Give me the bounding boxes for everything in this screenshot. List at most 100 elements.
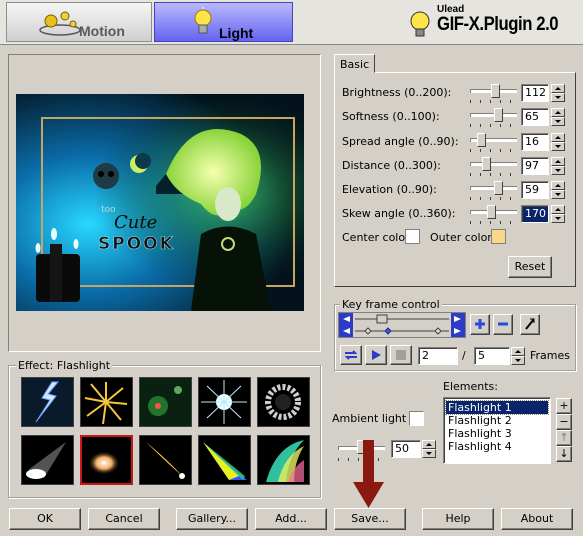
skew-angle-label: Skew angle (0..360): (342, 207, 456, 220)
elevation-spinner[interactable] (551, 181, 565, 199)
about-button[interactable]: About (501, 508, 573, 530)
distance-slider-track[interactable] (470, 162, 517, 166)
stop-button[interactable] (390, 345, 412, 365)
distance-spinner[interactable] (551, 157, 565, 175)
lens-flare-icon (148, 386, 182, 416)
reverse-keyframe-button[interactable] (520, 314, 540, 335)
brand-title: GIF-X.Plugin 2.0 (437, 14, 559, 35)
element-remove-button[interactable]: − (556, 414, 572, 430)
effect-comet[interactable] (139, 435, 192, 485)
about-button-label: About (520, 512, 554, 525)
motion-icon (39, 11, 81, 36)
effect-glow-ring[interactable] (257, 377, 310, 427)
add-keyframe-button[interactable] (470, 314, 490, 335)
gallery-button-label: Gallery... (187, 512, 237, 525)
play-icon (372, 350, 381, 360)
cancel-button[interactable]: Cancel (88, 508, 160, 530)
ambient-color-swatch[interactable] (409, 411, 424, 426)
tab-motion[interactable]: Motion (6, 2, 152, 42)
effect-star-burst[interactable] (198, 377, 251, 427)
basic-content (334, 72, 576, 287)
elevation-slider-thumb[interactable] (494, 181, 504, 195)
help-button-label: Help (445, 512, 471, 525)
brightness-value-field[interactable]: 112 (521, 84, 549, 102)
element-move-up-button[interactable]: ↑ (556, 430, 572, 446)
effect-lens-flare[interactable] (139, 377, 192, 427)
add-button[interactable]: Add... (255, 508, 327, 530)
preview-image[interactable]: too Cute SPOOK (16, 94, 304, 311)
softness-slider-thumb[interactable] (494, 108, 504, 122)
center-color-swatch[interactable] (405, 229, 420, 244)
effect-lightning[interactable] (21, 377, 74, 427)
comet-icon (146, 442, 185, 479)
brightness-slider-thumb[interactable] (490, 84, 500, 98)
softness-spinner[interactable] (551, 108, 565, 126)
arrow-down-icon: ↓ (559, 447, 569, 460)
preview-text-cute: Cute (114, 212, 157, 233)
elements-list[interactable]: Flashlight 1 Flashlight 2 Flashlight 3 F… (443, 397, 551, 464)
element-add-button[interactable]: + (556, 398, 572, 414)
remove-keyframe-button[interactable] (493, 314, 513, 335)
softness-slider-ticks (470, 124, 516, 127)
preview-panel: too Cute SPOOK (8, 54, 321, 352)
rainbow-beam-icon (203, 442, 247, 480)
reset-button-label: Reset (514, 260, 546, 273)
element-move-down-button[interactable]: ↓ (556, 446, 572, 462)
elements-list-item-2[interactable]: Flashlight 2 (446, 414, 548, 427)
basic-panel: Basic Brightness (0..200): Softness (0..… (334, 54, 576, 287)
spread-angle-slider-thumb[interactable] (476, 133, 486, 147)
elevation-label: Elevation (0..90): (342, 183, 437, 196)
softness-value-field[interactable]: 65 (521, 108, 549, 126)
flashlight-icon (88, 451, 120, 475)
spread-angle-spinner[interactable] (551, 133, 565, 151)
ok-button[interactable]: OK (9, 508, 81, 530)
elements-list-item-3[interactable]: Flashlight 3 (446, 427, 548, 440)
lightbulb-icon (194, 7, 212, 34)
total-frames-spinner[interactable] (511, 347, 525, 365)
skew-angle-slider-thumb[interactable] (487, 205, 497, 219)
total-frames-field[interactable]: 5 (474, 347, 510, 365)
ambient-spinner[interactable] (422, 440, 436, 458)
spread-angle-slider-ticks (470, 149, 516, 152)
skew-angle-slider-ticks (470, 221, 516, 224)
elements-label: Elements: (443, 380, 498, 393)
add-button-label: Add... (275, 512, 307, 525)
frame-separator: / (462, 349, 466, 362)
outer-color-swatch[interactable] (491, 229, 506, 244)
elements-list-item-1[interactable]: Flashlight 1 (445, 400, 549, 415)
current-frame-field[interactable]: 2 (418, 347, 458, 365)
skew-angle-value-field[interactable]: 170 (521, 205, 549, 223)
distance-slider-thumb[interactable] (481, 157, 491, 171)
spread-angle-value-field[interactable]: 16 (521, 133, 549, 151)
effect-flashlight-selected[interactable] (80, 435, 133, 485)
lightning-icon (35, 381, 60, 423)
distance-value-field[interactable]: 97 (521, 157, 549, 175)
gallery-button[interactable]: Gallery... (176, 508, 248, 530)
tab-light[interactable]: Light (154, 2, 293, 42)
outer-color-label: Outer color: (430, 231, 496, 244)
brightness-spinner[interactable] (551, 84, 565, 102)
frames-label: Frames (530, 349, 571, 362)
effect-spotlight[interactable] (21, 435, 74, 485)
tab-basic-label: Basic (340, 58, 370, 71)
brightness-label: Brightness (0..200): (342, 86, 452, 99)
elevation-value-field[interactable]: 59 (521, 181, 549, 199)
brand-logo: Ulead GIF-X.Plugin 2.0 (407, 2, 575, 42)
ambient-value-field[interactable]: 50 (391, 440, 421, 458)
reset-button[interactable]: Reset (508, 256, 552, 278)
arrow-down-annotation-icon (353, 440, 384, 508)
play-button[interactable] (365, 345, 387, 365)
minus-icon: − (559, 415, 569, 428)
effect-rainbow-beam[interactable] (198, 435, 251, 485)
distance-label: Distance (0..300): (342, 159, 441, 172)
save-button[interactable]: Save... (334, 508, 406, 530)
effect-fireworks[interactable] (80, 377, 133, 427)
keyframe-timeline[interactable] (338, 312, 466, 338)
aurora-icon (266, 440, 304, 482)
tab-basic[interactable]: Basic (334, 54, 375, 73)
help-button[interactable]: Help (422, 508, 494, 530)
loop-button[interactable] (340, 345, 362, 365)
effect-aurora[interactable] (257, 435, 310, 485)
elements-list-item-4[interactable]: Flashlight 4 (446, 440, 548, 453)
skew-angle-spinner[interactable] (551, 205, 565, 223)
